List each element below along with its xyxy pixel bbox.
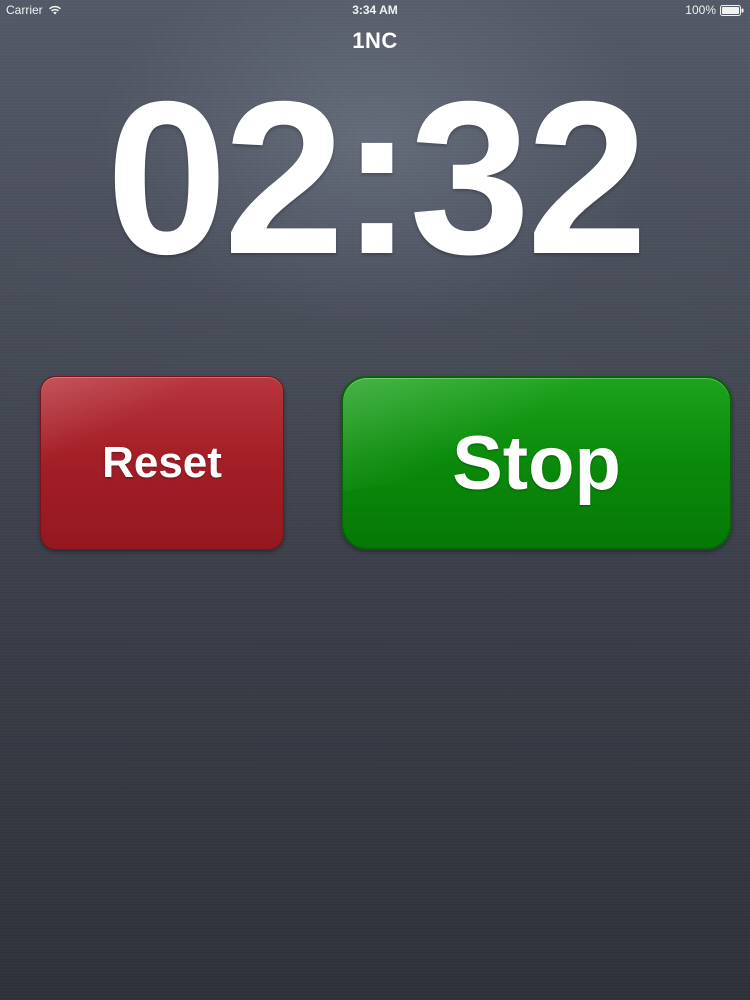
- timer-display: 02:32: [106, 57, 648, 300]
- battery-icon: [720, 4, 744, 16]
- app-title: 1NC: [352, 28, 398, 53]
- battery-percent: 100%: [685, 3, 716, 17]
- status-right: 100%: [685, 3, 744, 17]
- stop-button-label: Stop: [452, 420, 621, 506]
- stop-button[interactable]: Stop: [341, 376, 732, 550]
- status-bar: Carrier 3:34 AM 100%: [0, 0, 750, 22]
- status-time: 3:34 AM: [352, 3, 398, 17]
- reset-button-label: Reset: [102, 438, 222, 487]
- reset-button[interactable]: Reset: [40, 376, 284, 550]
